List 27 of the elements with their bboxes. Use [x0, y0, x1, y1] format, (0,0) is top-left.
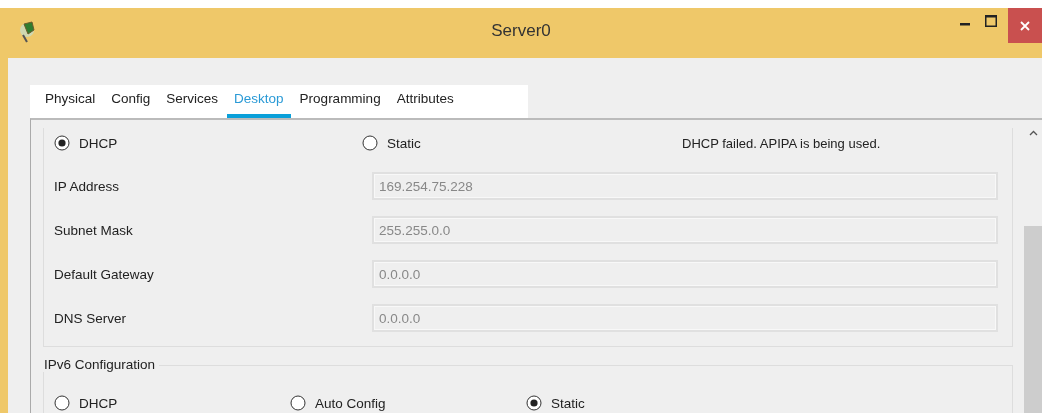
close-icon — [1020, 20, 1030, 31]
radio-label: Auto Config — [315, 395, 386, 411]
field-label: Default Gateway — [54, 266, 155, 282]
status-message: DHCP failed. APIPA is being used. — [682, 135, 881, 151]
tab[interactable]: Attributes — [389, 91, 461, 118]
radio-label: Static — [387, 135, 421, 151]
radio-button[interactable] — [54, 135, 70, 151]
radio-label: DHCP — [79, 135, 118, 151]
field-label: IP Address — [54, 178, 121, 194]
maximize-icon — [985, 15, 997, 27]
tab[interactable]: Config — [104, 91, 158, 118]
radio-button[interactable] — [54, 395, 70, 411]
group-title: IPv6 Configuration — [42, 357, 160, 372]
tab[interactable]: Services — [159, 91, 226, 118]
close-button[interactable] — [1008, 8, 1042, 43]
tab[interactable]: Programming — [292, 91, 388, 118]
radio-button[interactable] — [362, 135, 378, 151]
field-label: Subnet Mask — [54, 222, 134, 238]
radio-button[interactable] — [290, 395, 306, 411]
field-label: DNS Server — [54, 310, 127, 326]
tab[interactable]: Physical — [38, 91, 103, 118]
scrollbar-thumb[interactable] — [1024, 226, 1042, 413]
window-title: Server0 — [491, 21, 551, 40]
radio-button[interactable] — [526, 395, 542, 411]
radio-label: DHCP — [79, 395, 118, 411]
radio-label: Static — [551, 395, 585, 411]
minimize-icon — [960, 23, 970, 26]
